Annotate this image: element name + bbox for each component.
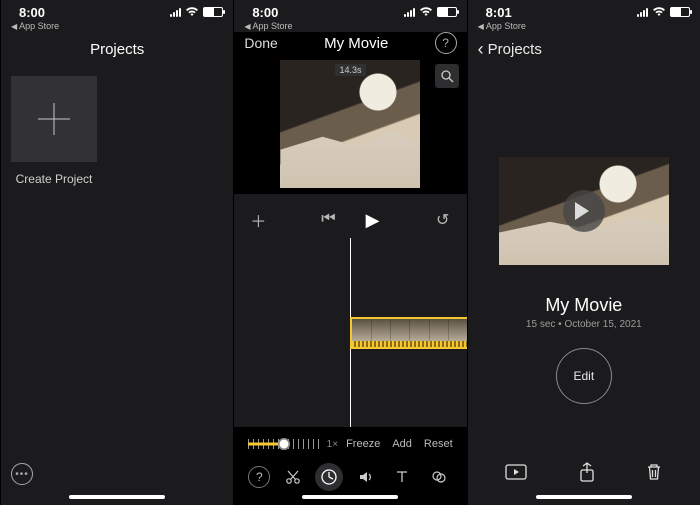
back-to-app[interactable]: ◀ App Store bbox=[234, 20, 466, 32]
back-button[interactable]: ‹ Projects bbox=[468, 32, 700, 66]
video-preview[interactable]: 14.3s bbox=[280, 60, 420, 188]
status-bar: 8:00 bbox=[1, 0, 233, 20]
back-to-app[interactable]: ◀ App Store bbox=[1, 20, 233, 32]
prev-frame-button[interactable]: ⏮ bbox=[316, 210, 340, 231]
project-title: My Movie bbox=[545, 295, 622, 316]
add-button[interactable]: Add bbox=[392, 438, 412, 450]
back-triangle-icon: ◀ bbox=[478, 22, 484, 31]
nav-bar: Projects bbox=[1, 32, 233, 66]
volume-tool[interactable] bbox=[352, 463, 380, 491]
back-label: Projects bbox=[488, 41, 542, 58]
battery-icon bbox=[203, 7, 223, 17]
delete-button[interactable] bbox=[646, 463, 662, 486]
timeline[interactable] bbox=[234, 238, 466, 427]
edit-button-label: Edit bbox=[573, 369, 594, 383]
filters-tool[interactable] bbox=[425, 463, 453, 491]
back-app-label: App Store bbox=[19, 21, 59, 31]
speed-tool[interactable] bbox=[315, 463, 343, 491]
timecode-badge: 14.3s bbox=[335, 64, 365, 76]
status-bar: 8:01 bbox=[468, 0, 700, 20]
ellipsis-icon: ••• bbox=[11, 463, 33, 485]
wifi-icon bbox=[185, 5, 199, 20]
zoom-button[interactable] bbox=[435, 64, 459, 88]
freeze-button[interactable]: Freeze bbox=[346, 438, 380, 450]
project-meta: 15 sec • October 15, 2021 bbox=[526, 319, 642, 330]
battery-icon bbox=[437, 7, 457, 17]
signal-icon bbox=[404, 7, 415, 17]
help-button[interactable]: ? bbox=[435, 32, 457, 54]
home-indicator[interactable] bbox=[536, 495, 632, 499]
back-triangle-icon: ◀ bbox=[11, 22, 17, 31]
edit-toolbar: 1× Freeze Add Reset ? bbox=[234, 427, 466, 505]
reset-button[interactable]: Reset bbox=[424, 438, 453, 450]
back-to-app[interactable]: ◀ App Store bbox=[468, 20, 700, 32]
status-bar: 8:00 bbox=[234, 0, 466, 20]
page-title: Projects bbox=[90, 41, 144, 58]
project-thumbnail[interactable] bbox=[499, 157, 669, 265]
project-detail-screen: 8:01 ◀ App Store ‹ Projects My Movie 15 … bbox=[467, 0, 700, 505]
back-app-label: App Store bbox=[486, 21, 526, 31]
movie-title: My Movie bbox=[324, 35, 388, 52]
help-button[interactable]: ? bbox=[248, 466, 270, 488]
chevron-left-icon: ‹ bbox=[478, 40, 484, 58]
back-app-label: App Store bbox=[252, 21, 292, 31]
create-project-button[interactable] bbox=[11, 76, 97, 162]
signal-icon bbox=[637, 7, 648, 17]
speed-control: 1× Freeze Add Reset bbox=[242, 433, 458, 459]
status-icons bbox=[404, 5, 457, 20]
titles-tool[interactable] bbox=[388, 463, 416, 491]
done-button[interactable]: Done bbox=[244, 35, 277, 51]
status-icons bbox=[637, 5, 690, 20]
clock: 8:00 bbox=[19, 5, 45, 20]
speed-value: 1× bbox=[327, 439, 338, 450]
share-button[interactable] bbox=[579, 462, 595, 487]
tool-row: ? bbox=[242, 459, 458, 499]
playhead-marker bbox=[234, 194, 466, 202]
projects-screen: 8:00 ◀ App Store Projects Create Project… bbox=[0, 0, 233, 505]
detail-body: My Movie 15 sec • October 15, 2021 Edit bbox=[468, 66, 700, 452]
projects-grid: Create Project bbox=[1, 66, 233, 196]
back-triangle-icon: ◀ bbox=[244, 22, 250, 31]
create-project-label: Create Project bbox=[11, 172, 97, 186]
speed-slider[interactable] bbox=[248, 437, 318, 451]
cut-tool[interactable] bbox=[279, 463, 307, 491]
edit-button[interactable]: Edit bbox=[556, 348, 612, 404]
preview-area: Done My Movie ? 14.3s bbox=[234, 32, 466, 194]
signal-icon bbox=[170, 7, 181, 17]
transport-bar: ＋ ⏮ ▶ ↺ bbox=[234, 202, 466, 238]
play-fullscreen-button[interactable] bbox=[505, 464, 527, 485]
undo-button[interactable]: ↺ bbox=[431, 210, 455, 230]
more-menu[interactable]: ••• bbox=[11, 463, 33, 485]
timeline-clip[interactable] bbox=[350, 317, 466, 349]
play-button[interactable]: ▶ bbox=[360, 210, 384, 231]
battery-icon bbox=[670, 7, 690, 17]
wifi-icon bbox=[419, 5, 433, 20]
home-indicator[interactable] bbox=[302, 495, 398, 499]
home-indicator[interactable] bbox=[69, 495, 165, 499]
preview-frame bbox=[280, 60, 420, 188]
clock: 8:01 bbox=[486, 5, 512, 20]
plus-icon bbox=[38, 103, 70, 135]
add-media-button[interactable]: ＋ bbox=[246, 208, 270, 232]
slider-thumb[interactable] bbox=[278, 438, 290, 450]
wifi-icon bbox=[652, 5, 666, 20]
editor-screen: 8:00 ◀ App Store Done My Movie ? 14.3s bbox=[233, 0, 466, 505]
status-icons bbox=[170, 5, 223, 20]
clock: 8:00 bbox=[252, 5, 278, 20]
play-icon bbox=[563, 190, 605, 232]
